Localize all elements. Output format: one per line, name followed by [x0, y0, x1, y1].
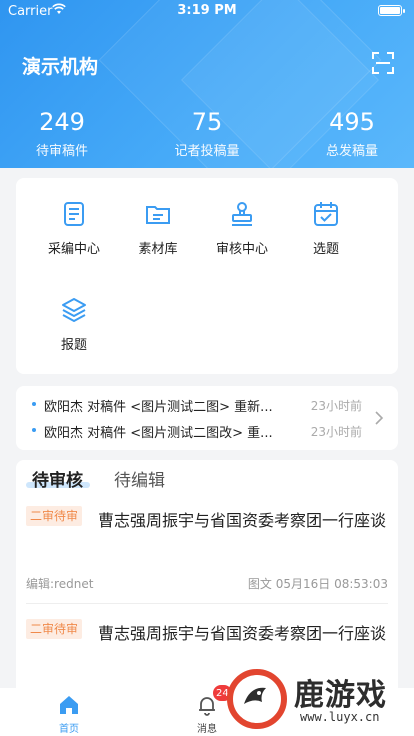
menu-editing-center[interactable]: 采编中心: [34, 200, 114, 257]
status-badge: 二审待审: [26, 506, 83, 526]
stat-label: 待审稿件: [35, 144, 88, 159]
status-badge: 二审待审: [26, 619, 83, 639]
battery-icon: [378, 5, 405, 16]
home-icon: [60, 696, 78, 714]
folder-icon: [146, 206, 170, 224]
stat-value: 249: [39, 108, 85, 136]
menu-label: 报题: [60, 338, 87, 353]
function-menu: 采编中心 素材库 审核中心 选题 报题: [16, 178, 398, 374]
tab-pending-edit[interactable]: 待编辑: [114, 466, 165, 491]
activity-item[interactable]: 欧阳杰 对稿件 <图片测试二图> 重新... 23小时前: [32, 394, 362, 415]
watermark-name: 鹿游戏: [294, 678, 387, 713]
organization-title: 演示机构: [22, 56, 99, 78]
watermark-logo-icon: [227, 669, 287, 729]
menu-report-topic[interactable]: 报题: [34, 296, 114, 353]
activity-item[interactable]: 欧阳杰 对稿件 <图片测试二图改> 重... 23小时前: [32, 420, 362, 441]
activity-text: 欧阳杰 对稿件 <图片测试二图改> 重...: [44, 426, 273, 441]
stat-value: 495: [329, 108, 375, 136]
clock: 3:19 PM: [177, 3, 237, 18]
item-meta: 图文 05月16日 08:53:03: [247, 577, 388, 591]
activity-feed[interactable]: 欧阳杰 对稿件 <图片测试二图> 重新... 23小时前 欧阳杰 对稿件 <图片…: [16, 386, 398, 450]
scan-icon[interactable]: [372, 52, 394, 74]
stat-reporter-submissions[interactable]: 75 记者投稿量: [142, 108, 272, 159]
menu-material-library[interactable]: 素材库: [118, 200, 198, 257]
layers-icon: [62, 298, 86, 322]
bullet-dot: [32, 428, 36, 432]
divider: [26, 603, 388, 604]
item-editor: 编辑:rednet: [26, 577, 94, 591]
menu-review-center[interactable]: 审核中心: [202, 200, 282, 257]
stat-total-published[interactable]: 495 总发稿量: [287, 108, 414, 159]
stat-pending[interactable]: 249 待审稿件: [0, 108, 127, 159]
watermark-url: www.luyx.cn: [300, 710, 380, 724]
menu-label: 素材库: [138, 242, 178, 257]
menu-label: 选题: [312, 242, 339, 257]
tab-label: 首页: [59, 724, 79, 735]
list-item[interactable]: 曹志强周振宇与省国资委考察团一行座谈 二审待审 编辑:rednet 图文 05月…: [26, 504, 388, 598]
stat-value: 75: [191, 108, 223, 136]
activity-time: 23小时前: [310, 399, 362, 413]
activity-time: 23小时前: [310, 425, 362, 439]
chevron-right-icon[interactable]: [374, 410, 384, 426]
menu-label: 采编中心: [47, 242, 100, 257]
tab-home[interactable]: 首页: [39, 694, 99, 735]
stat-label: 总发稿量: [325, 144, 378, 159]
status-bar: Carrier 3:19 PM: [0, 0, 414, 22]
watermark: 鹿游戏 www.luyx.cn: [224, 664, 414, 736]
menu-topics[interactable]: 选题: [286, 200, 366, 257]
document-icon: [64, 202, 84, 226]
bullet-dot: [32, 402, 36, 406]
stat-label: 记者投稿量: [174, 144, 240, 159]
menu-label: 审核中心: [215, 242, 268, 257]
activity-text: 欧阳杰 对稿件 <图片测试二图> 重新...: [44, 400, 273, 415]
list-tabs: 待审核 待编辑: [16, 460, 398, 494]
calendar-icon: [314, 202, 338, 226]
tab-pending-review[interactable]: 待审核: [32, 466, 83, 491]
stamp-icon: [232, 202, 252, 226]
